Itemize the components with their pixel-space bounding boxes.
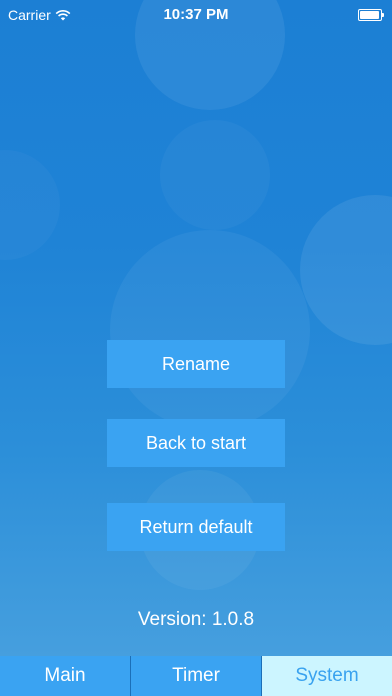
battery-icon	[358, 9, 384, 21]
background-bokeh	[300, 195, 392, 345]
version-label: Version: 1.0.8	[137, 609, 255, 630]
background-bokeh	[0, 150, 60, 260]
tab-timer[interactable]: Timer	[131, 656, 262, 696]
tab-main[interactable]: Main	[0, 656, 131, 696]
tab-system[interactable]: System	[262, 656, 392, 696]
back-to-start-button[interactable]: Back to start	[107, 419, 285, 467]
status-time: 10:37 PM	[163, 6, 229, 23]
background-bokeh	[110, 230, 310, 430]
tab-bar: Main Timer System	[0, 656, 392, 696]
background-bokeh	[160, 120, 270, 230]
system-screen: Carrier 10:37 PM Rename Back to start Re…	[0, 0, 392, 696]
rename-button[interactable]: Rename	[107, 340, 285, 388]
return-default-button[interactable]: Return default	[107, 503, 285, 551]
status-bar: Carrier 10:37 PM	[0, 0, 392, 30]
